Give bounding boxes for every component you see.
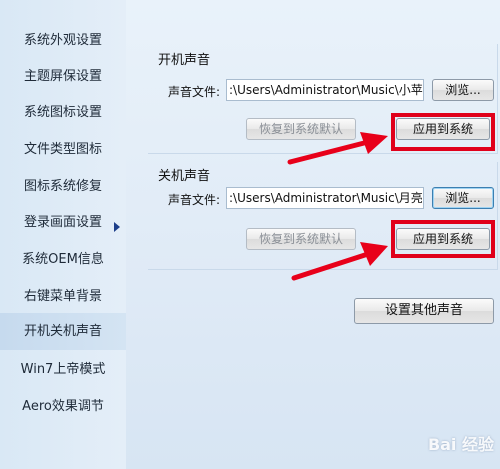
shutdown-sound-group: 关机声音 声音文件: :\Users\Administrator\Music\月… bbox=[148, 162, 498, 270]
shutdown-restore-default-button[interactable]: 恢复到系统默认 bbox=[246, 228, 356, 250]
shutdown-browse-button[interactable]: 浏览... bbox=[432, 187, 494, 209]
sidebar-item-login-screen[interactable]: 登录画面设置 bbox=[0, 204, 126, 241]
chevron-right-icon bbox=[114, 222, 120, 232]
sidebar-item-god-mode[interactable]: Win7上帝模式 bbox=[0, 351, 126, 388]
shutdown-file-label: 声音文件: bbox=[168, 193, 221, 207]
sidebar-item-icon-repair[interactable]: 图标系统修复 bbox=[0, 168, 126, 205]
startup-file-label: 声音文件: bbox=[168, 85, 221, 99]
sidebar-item-aero-effects[interactable]: Aero效果调节 bbox=[0, 388, 126, 425]
sidebar-item-appearance[interactable]: 系统外观设置 bbox=[0, 22, 126, 59]
sidebar-item-oem-info[interactable]: 系统OEM信息 bbox=[0, 241, 126, 278]
sidebar-item-system-icons[interactable]: 系统图标设置 bbox=[0, 94, 126, 131]
sidebar-item-startup-shutdown-sound[interactable]: 开机关机声音 bbox=[0, 313, 126, 350]
other-sounds-button[interactable]: 设置其他声音 bbox=[354, 298, 494, 324]
main-panel: 开机声音 声音文件: :\Users\Administrator\Music\小… bbox=[126, 0, 500, 469]
sidebar-item-theme-screensaver[interactable]: 主题屏保设置 bbox=[0, 58, 126, 95]
baidu-watermark: Bai 经验 bbox=[427, 435, 494, 454]
startup-browse-button[interactable]: 浏览... bbox=[432, 79, 494, 101]
shutdown-apply-button[interactable]: 应用到系统 bbox=[396, 228, 490, 250]
startup-sound-group: 开机声音 声音文件: :\Users\Administrator\Music\小… bbox=[148, 44, 498, 154]
startup-sound-title: 开机声音 bbox=[158, 53, 211, 68]
sidebar-item-file-type-icons[interactable]: 文件类型图标 bbox=[0, 131, 126, 168]
startup-restore-default-button[interactable]: 恢复到系统默认 bbox=[246, 118, 356, 140]
startup-path-input[interactable]: :\Users\Administrator\Music\小苹 bbox=[226, 79, 424, 101]
shutdown-path-input[interactable]: :\Users\Administrator\Music\月亮 bbox=[226, 187, 424, 209]
sidebar-item-context-menu-bg[interactable]: 右键菜单背景 bbox=[0, 278, 126, 315]
startup-apply-button[interactable]: 应用到系统 bbox=[396, 118, 490, 140]
shutdown-sound-title: 关机声音 bbox=[158, 169, 211, 184]
sidebar: 系统外观设置 主题屏保设置 系统图标设置 文件类型图标 图标系统修复 登录画面设… bbox=[0, 0, 126, 469]
